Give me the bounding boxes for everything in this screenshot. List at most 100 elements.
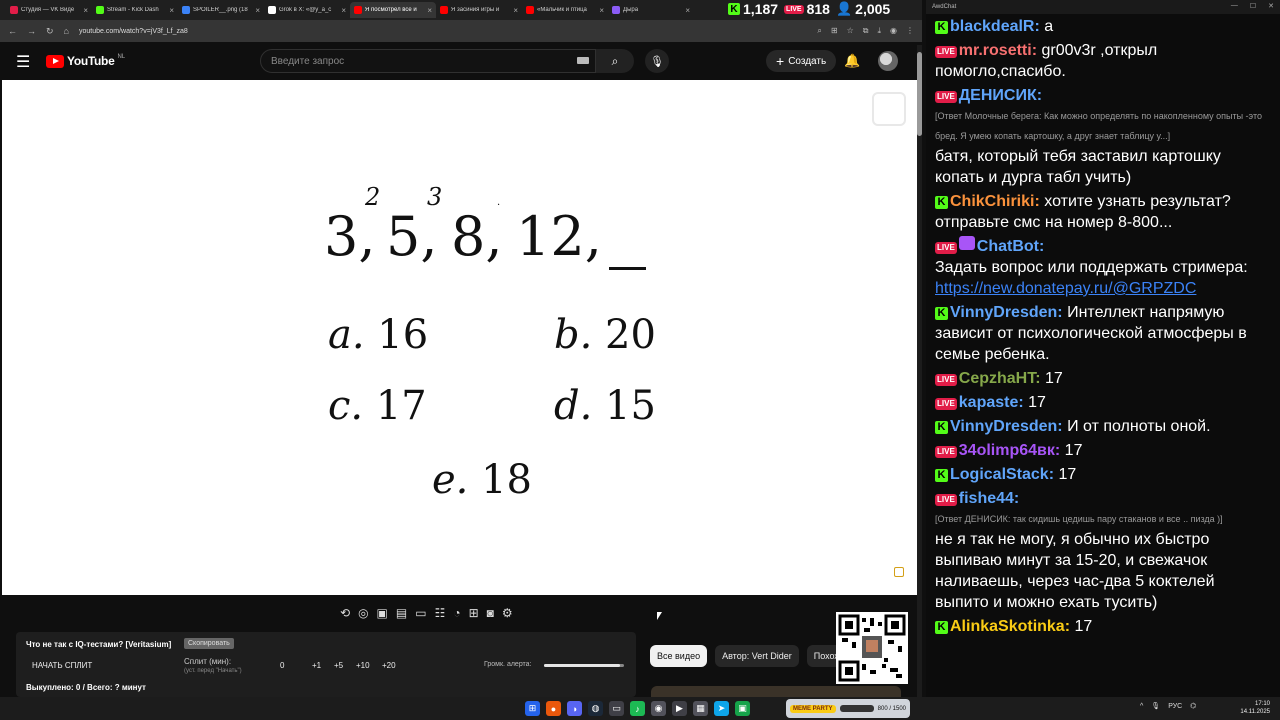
page-scrollbar[interactable] xyxy=(917,45,922,697)
start-split-button[interactable]: НАЧАТЬ СПЛИТ xyxy=(32,661,92,670)
minimize-icon[interactable]: — xyxy=(1231,2,1238,10)
chat-message: LIVE ДЕНИСИК: [Ответ Молочные берега: Как … xyxy=(935,85,1272,188)
browser-tab[interactable]: Grok в X: «@y_a_c × xyxy=(264,2,350,18)
camera-icon[interactable]: ◙ xyxy=(487,606,494,620)
playlist-add-icon[interactable]: ⊞ xyxy=(469,606,479,620)
chat-text: 17 xyxy=(1058,466,1077,483)
search-button[interactable]: ⌕ xyxy=(596,49,634,73)
youtube-logo[interactable]: YouTube NL xyxy=(46,54,125,68)
chat-username[interactable]: ChikChiriki: xyxy=(950,193,1040,210)
browser-tab[interactable]: «Мальчик и птица × xyxy=(522,2,608,18)
clock[interactable]: 17:10 14.11.2025 xyxy=(1240,700,1270,716)
meme-party-widget[interactable]: MEME PARTY 800 / 1500 xyxy=(786,699,910,718)
chat-username[interactable]: AlinkaSkotinka: xyxy=(950,618,1070,635)
chat-username[interactable]: 34olimp64вк: xyxy=(959,442,1060,459)
mic-tray-icon[interactable]: 🎙 xyxy=(1151,702,1160,710)
hamburger-menu-icon[interactable]: ☰ xyxy=(16,52,30,72)
back-icon[interactable]: ← xyxy=(8,26,17,36)
create-button[interactable]: + Создать xyxy=(766,50,837,72)
tab-close-icon[interactable]: × xyxy=(255,6,260,15)
chrome-icon[interactable]: ● xyxy=(546,701,561,716)
install-icon[interactable]: ⊞ xyxy=(831,26,838,36)
chat-username[interactable]: LogicalStack: xyxy=(950,466,1054,483)
split-add-1-button[interactable]: +1 xyxy=(312,661,321,670)
scrollbar-thumb[interactable] xyxy=(917,52,922,136)
settings-gear-icon[interactable]: ⚙ xyxy=(502,606,513,620)
maximize-icon[interactable]: ☐ xyxy=(1250,2,1256,10)
network-icon[interactable]: ⌬ xyxy=(1190,702,1196,710)
profile-icon[interactable]: ◉ xyxy=(890,26,897,36)
tab-close-icon[interactable]: × xyxy=(341,6,346,15)
chat-link[interactable]: https://new.donatepay.ru/@GRPZDC xyxy=(935,280,1196,297)
recommended-thumbnail[interactable] xyxy=(651,686,901,697)
tab-close-icon[interactable]: × xyxy=(169,6,174,15)
browser-tab[interactable]: Я посмотрел все и × xyxy=(350,2,436,18)
notifications-bell-icon[interactable]: 🔔 xyxy=(844,53,860,69)
steam-icon[interactable]: ◍ xyxy=(588,701,603,716)
channel-watermark-icon[interactable] xyxy=(872,92,906,126)
picture-icon[interactable]: ▭ xyxy=(415,606,426,620)
chat-username[interactable]: VinnyDresden: xyxy=(950,418,1063,435)
chat-username[interactable]: ДЕНИСИК: xyxy=(959,87,1042,104)
start-icon[interactable]: ⊞ xyxy=(525,701,540,716)
alert-volume-slider[interactable] xyxy=(544,664,624,667)
chat-username[interactable]: CepzhaHT: xyxy=(959,370,1041,387)
zoom-icon[interactable]: ⌕ xyxy=(817,26,821,36)
obs-icon[interactable]: ◉ xyxy=(651,701,666,716)
browser-tab[interactable]: Студия — VK Виде × xyxy=(6,2,92,18)
tab-favicon-icon xyxy=(268,6,276,14)
forward-icon[interactable]: → xyxy=(27,26,36,36)
chip-author[interactable]: Автор: Vert Dider xyxy=(715,645,799,667)
avatar[interactable] xyxy=(878,51,898,71)
screenshot-icon[interactable]: ▣ xyxy=(377,606,388,620)
download-icon[interactable]: ⤓ xyxy=(877,26,881,36)
chat-username[interactable]: ChatBot: xyxy=(977,238,1045,255)
close-icon[interactable]: ✕ xyxy=(1268,2,1274,10)
search-input[interactable]: Введите запрос xyxy=(260,49,596,73)
reload-icon[interactable]: ↻ xyxy=(46,26,54,37)
folder-icon[interactable]: ▭ xyxy=(609,701,624,716)
chip-all-videos[interactable]: Все видео xyxy=(650,645,708,667)
app-icon[interactable]: ▣ xyxy=(735,701,750,716)
video-player[interactable]: 3, 2 5, 3 8, · 12, a. 16 b. 20 c. 17 d. … xyxy=(2,80,918,595)
browser-tab[interactable]: Дыра × xyxy=(608,2,694,18)
discord-icon[interactable]: ◑ xyxy=(567,701,582,716)
split-add-5-button[interactable]: +5 xyxy=(334,661,343,670)
keyboard-language[interactable]: РУС xyxy=(1168,703,1182,710)
chat-username[interactable]: kapaste: xyxy=(959,394,1024,411)
tab-favicon-icon xyxy=(10,6,18,14)
chat-username[interactable]: mr.rosetti: xyxy=(959,42,1037,59)
extension-icon[interactable]: ⧉ xyxy=(863,26,869,36)
monitor-icon[interactable]: ▦ xyxy=(693,701,708,716)
tab-close-icon[interactable]: × xyxy=(685,6,690,15)
tab-close-icon[interactable]: × xyxy=(599,6,604,15)
media-icon[interactable]: ▶ xyxy=(672,701,687,716)
voice-search-button[interactable]: 🎙 xyxy=(645,49,669,73)
chevron-up-icon[interactable]: ^ xyxy=(1140,703,1143,710)
split-add-20-button[interactable]: +20 xyxy=(382,661,396,670)
spotify-icon[interactable]: ♪ xyxy=(630,701,645,716)
audio-icon[interactable]: ◎ xyxy=(358,606,368,620)
clip-icon[interactable]: ▤ xyxy=(396,606,407,620)
telegram-icon[interactable]: ➤ xyxy=(714,701,729,716)
bookmark-icon[interactable]: ☆ xyxy=(847,26,854,36)
tab-close-icon[interactable]: × xyxy=(513,6,518,15)
chat-username[interactable]: blackdealR: xyxy=(950,18,1040,35)
equalizer-icon[interactable]: ☷ xyxy=(435,606,446,620)
sequence-term: 5, xyxy=(386,205,438,268)
browser-tab[interactable]: Я засиния игры и × xyxy=(436,2,522,18)
browser-tab[interactable]: SPOILER__.png (18 × xyxy=(178,2,264,18)
browser-tab[interactable]: Stream - Kick Dash × xyxy=(92,2,178,18)
tab-close-icon[interactable]: × xyxy=(83,6,88,15)
url-field[interactable]: youtube.com/watch?v=jV3f_Lf_za8 xyxy=(79,28,807,35)
menu-icon[interactable]: ⋮ xyxy=(906,26,914,36)
speed-icon[interactable]: ◔ xyxy=(453,606,460,620)
copy-button[interactable]: Скопировать xyxy=(184,638,234,649)
tab-close-icon[interactable]: × xyxy=(427,6,432,15)
home-icon[interactable]: ⌂ xyxy=(64,26,69,36)
loop-icon[interactable]: ⟲ xyxy=(340,606,350,620)
keyboard-icon[interactable] xyxy=(577,57,589,64)
chat-username[interactable]: fishe44: xyxy=(959,490,1019,507)
split-add-10-button[interactable]: +10 xyxy=(356,661,370,670)
chat-username[interactable]: VinnyDresden: xyxy=(950,304,1063,321)
